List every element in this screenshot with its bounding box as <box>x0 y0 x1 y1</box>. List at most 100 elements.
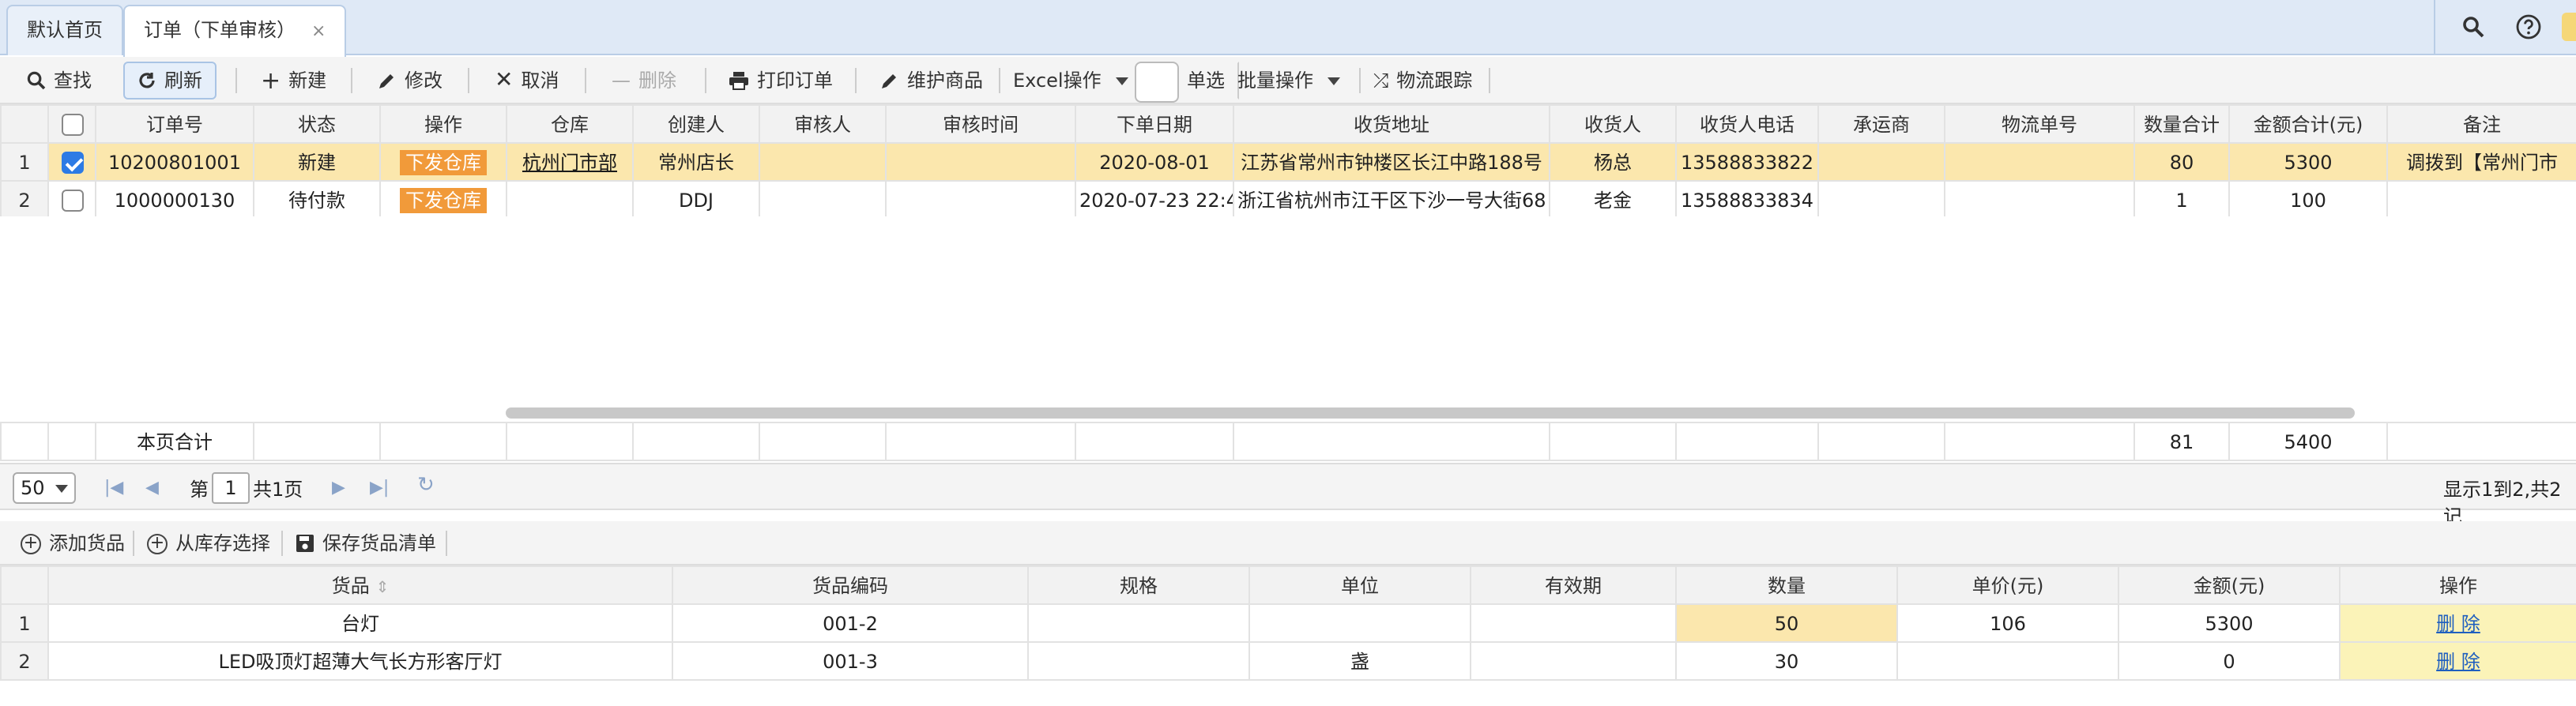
user-avatar-icon[interactable] <box>2562 13 2576 41</box>
row-select-cell[interactable] <box>47 142 96 182</box>
row-number: 1 <box>0 603 49 643</box>
first-page-icon[interactable]: |◀ <box>104 477 123 498</box>
row-checkbox[interactable] <box>61 189 83 212</box>
row-select-cell[interactable] <box>47 180 96 220</box>
col-price[interactable]: 单价(元) <box>1896 565 2119 605</box>
col-goods[interactable]: 货品 ⇕ <box>47 565 673 605</box>
order-grid-footer: 本页合计 81 5400 <box>0 422 2576 461</box>
order-no-cell: 10200801001 <box>95 142 254 182</box>
close-icon: ✕ <box>495 68 514 93</box>
footer-cell <box>1549 422 1677 461</box>
tab-home[interactable]: 默认首页 <box>6 5 124 55</box>
amount-cell: 5300 <box>2118 603 2341 643</box>
col-action[interactable]: 操作 <box>379 104 507 144</box>
col-expiry[interactable]: 有效期 <box>1470 565 1677 605</box>
col-remark[interactable]: 备注 <box>2386 104 2576 144</box>
page-total-row: 本页合计 81 5400 <box>0 422 2576 461</box>
col-reviewer[interactable]: 审核人 <box>759 104 887 144</box>
refresh-button[interactable]: 刷新 <box>123 62 217 100</box>
horizontal-scrollbar[interactable] <box>506 407 2355 419</box>
qty-cell[interactable]: 30 <box>1675 641 1898 681</box>
price-cell[interactable]: 106 <box>1896 603 2119 643</box>
col-spec[interactable]: 规格 <box>1027 565 1250 605</box>
table-row[interactable]: 2 LED吸顶灯超薄大气长方形客厅灯 001-3 盏 30 0 删 除 <box>0 641 2576 681</box>
toolbar-divider <box>446 531 447 556</box>
page-size-select[interactable]: 50 <box>13 472 76 504</box>
chevron-down-icon <box>1115 77 1128 84</box>
select-all-checkbox[interactable] <box>61 113 83 136</box>
sort-icon[interactable]: ⇕ <box>375 580 389 597</box>
col-goods-code[interactable]: 货品编码 <box>672 565 1029 605</box>
table-row[interactable]: 2 1000000130 待付款 下发仓库 DDJ 2020-07-23 22:… <box>0 180 2576 220</box>
delete-label: 删除 <box>638 69 677 92</box>
col-review-time[interactable]: 审核时间 <box>885 104 1076 144</box>
maintain-goods-button[interactable]: 维护商品 <box>866 62 997 100</box>
dispatch-warehouse-button[interactable]: 下发仓库 <box>400 149 486 175</box>
col-tracking[interactable]: 物流单号 <box>1944 104 2135 144</box>
reload-icon[interactable]: ↻ <box>417 474 435 498</box>
print-order-label: 打印订单 <box>757 69 834 92</box>
last-page-icon[interactable]: ▶| <box>370 477 389 498</box>
col-qty-total[interactable]: 数量合计 <box>2133 104 2230 144</box>
logistics-label: 物流跟踪 <box>1396 69 1473 92</box>
goods-code-cell: 001-3 <box>672 641 1029 681</box>
cancel-button[interactable]: ✕ 取消 <box>480 62 574 100</box>
col-phone[interactable]: 收货人电话 <box>1675 104 1819 144</box>
col-qty[interactable]: 数量 <box>1675 565 1898 605</box>
footer-cell <box>1944 422 2135 461</box>
col-creator[interactable]: 创建人 <box>632 104 760 144</box>
next-page-icon[interactable]: ▶ <box>332 477 345 498</box>
col-amount[interactable]: 金额(元) <box>2118 565 2341 605</box>
col-amount-total[interactable]: 金额合计(元) <box>2228 104 2388 144</box>
col-order-date[interactable]: 下单日期 <box>1075 104 1234 144</box>
qty-cell[interactable]: 50 <box>1675 603 1898 643</box>
col-status[interactable]: 状态 <box>253 104 381 144</box>
col-order-no[interactable]: 订单号 <box>95 104 254 144</box>
reviewer-cell <box>759 180 887 220</box>
amount-cell: 0 <box>2118 641 2341 681</box>
price-cell[interactable] <box>1896 641 2119 681</box>
select-all-cell[interactable] <box>47 104 96 144</box>
search-icon[interactable] <box>2459 13 2487 41</box>
delete-button[interactable]: — 删除 <box>597 62 691 100</box>
print-order-button[interactable]: 打印订单 <box>714 62 847 100</box>
col-address[interactable]: 收货地址 <box>1233 104 1550 144</box>
excel-menu-button[interactable]: Excel操作 <box>999 62 1143 100</box>
col-warehouse[interactable]: 仓库 <box>506 104 634 144</box>
close-icon[interactable]: × <box>311 21 326 41</box>
footer-cell <box>2386 422 2576 461</box>
find-button[interactable]: 查找 <box>13 62 106 100</box>
help-icon[interactable] <box>2514 13 2543 41</box>
col-carrier[interactable]: 承运商 <box>1817 104 1945 144</box>
remark-cell: 调拨到【常州门市 <box>2386 142 2576 182</box>
col-receiver[interactable]: 收货人 <box>1549 104 1677 144</box>
footer-cell <box>1817 422 1945 461</box>
add-goods-button[interactable]: + 添加货品 <box>6 524 139 562</box>
printer-icon <box>729 72 748 90</box>
select-from-stock-button[interactable]: + 从库存选择 <box>133 524 284 562</box>
review-time-cell <box>885 180 1076 220</box>
dispatch-warehouse-button[interactable]: 下发仓库 <box>400 187 486 212</box>
new-button[interactable]: + 新建 <box>247 62 341 100</box>
tab-order-review[interactable]: 订单（下单审核） × <box>123 5 347 57</box>
logistics-tracking-button[interactable]: ⤮ 物流跟踪 <box>1359 62 1486 100</box>
delete-link[interactable]: 删 除 <box>2436 651 2480 673</box>
edit-button[interactable]: 修改 <box>363 62 457 100</box>
col-op[interactable]: 操作 <box>2339 565 2576 605</box>
creator-cell: 常州店长 <box>632 142 760 182</box>
save-goods-list-button[interactable]: 保存货品清单 <box>281 524 450 562</box>
row-checkbox[interactable] <box>61 151 83 174</box>
table-row[interactable]: 1 10200801001 新建 下发仓库 杭州门市部 常州店长 2020-08… <box>0 142 2576 182</box>
tracking-cell <box>1944 142 2135 182</box>
page-number-input[interactable]: 1 <box>212 472 250 504</box>
footer-cell <box>506 422 634 461</box>
op-cell: 删 除 <box>2339 641 2576 681</box>
warehouse-link[interactable]: 杭州门市部 <box>522 152 617 174</box>
delete-link[interactable]: 删 除 <box>2436 613 2480 635</box>
table-row[interactable]: 1 台灯 001-2 50 106 5300 删 除 <box>0 603 2576 643</box>
order-date-cell: 2020-07-23 22:42 <box>1075 180 1234 220</box>
col-unit[interactable]: 单位 <box>1248 565 1471 605</box>
prev-page-icon[interactable]: ◀ <box>145 477 159 498</box>
tab-label: 默认首页 <box>27 19 104 41</box>
batch-menu-button[interactable]: 批量操作 <box>1223 62 1354 100</box>
